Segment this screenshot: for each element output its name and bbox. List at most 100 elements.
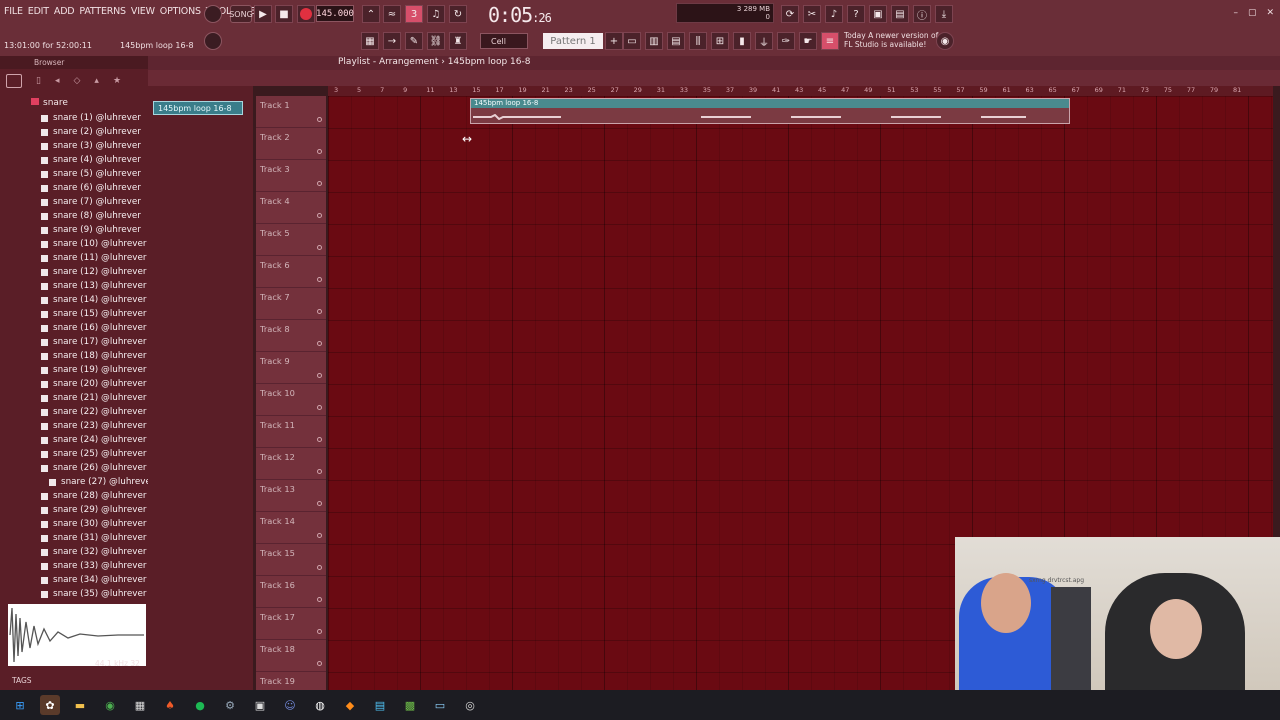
mic-icon[interactable]: ♪ <box>825 5 843 23</box>
metronome-button[interactable]: ⌃ <box>362 5 380 23</box>
track-mute-icon[interactable] <box>317 533 322 538</box>
track-mute-icon[interactable] <box>317 117 322 122</box>
discord-icon[interactable]: ☺ <box>280 695 300 715</box>
track-header[interactable]: Track 16 <box>256 576 326 608</box>
file-item[interactable]: snare (35) @luhrever <box>41 587 155 601</box>
clipboard-icon[interactable]: ▮ <box>733 32 751 50</box>
file-item[interactable]: snare (30) @luhrever <box>41 517 155 531</box>
file-explorer-icon[interactable]: ▬ <box>70 695 90 715</box>
track-mute-icon[interactable] <box>317 661 322 666</box>
arrow-icon[interactable]: → <box>383 32 401 50</box>
file-item[interactable]: snare (31) @luhrever <box>41 531 155 545</box>
file-item[interactable]: snare (20) @luhrever <box>41 377 155 391</box>
store-icon[interactable]: ▦ <box>130 695 150 715</box>
track-mute-icon[interactable] <box>317 245 322 250</box>
track-mute-icon[interactable] <box>317 565 322 570</box>
obs-icon[interactable]: ◍ <box>310 695 330 715</box>
track-mute-icon[interactable] <box>317 213 322 218</box>
channel-rack-icon[interactable]: ▥ <box>645 32 663 50</box>
spotify-icon[interactable]: ● <box>190 695 210 715</box>
file-item[interactable]: snare (8) @luhrever <box>41 209 155 223</box>
brave-icon[interactable]: ♠ <box>160 695 180 715</box>
blend-notes-button[interactable]: ♫ <box>427 5 445 23</box>
menu-item-options[interactable]: OPTIONS <box>160 6 201 17</box>
cut-icon[interactable]: ✂ <box>803 5 821 23</box>
globe-icon[interactable]: ◉ <box>936 32 954 50</box>
track-mute-icon[interactable] <box>317 405 322 410</box>
track-mute-icon[interactable] <box>317 629 322 634</box>
github-icon[interactable]: ◎ <box>460 695 480 715</box>
plugin-picker-icon[interactable]: ⏚ <box>755 32 773 50</box>
file-item[interactable]: snare (16) @luhrever <box>41 321 155 335</box>
info-icon[interactable]: ⓘ <box>913 5 931 23</box>
folder-snare[interactable]: snare <box>31 98 68 108</box>
menu-item-add[interactable]: ADD <box>54 6 75 17</box>
file-item[interactable]: snare (5) @luhrever <box>41 167 155 181</box>
track-header[interactable]: Track 17 <box>256 608 326 640</box>
file-item[interactable]: snare (2) @luhrever <box>41 125 155 139</box>
song-mode-toggle[interactable]: SONG <box>229 5 253 23</box>
track-mute-icon[interactable] <box>317 341 322 346</box>
minimize-icon[interactable]: – <box>1233 8 1238 18</box>
file-item[interactable]: snare (3) @luhrever <box>41 139 155 153</box>
wait-input-button[interactable]: ≈ <box>383 5 401 23</box>
track-header[interactable]: Track 18 <box>256 640 326 672</box>
tempo-display[interactable]: 145.000 <box>316 5 354 22</box>
loop-record-button[interactable]: ↻ <box>449 5 467 23</box>
timeline-ruler[interactable]: 3 5 7 9 11 13 15 17 19 21 23 25 27 29 31 33 35 37 39 41 43 45… <box>328 86 1273 96</box>
undo-icon[interactable]: ⟳ <box>781 5 799 23</box>
mixer-icon[interactable]: ▭ <box>623 32 641 50</box>
playlist-menu-icon[interactable]: ▦ <box>361 32 379 50</box>
audio-clip[interactable]: 145bpm loop 16-8 <box>470 98 1070 124</box>
file-item[interactable]: snare (10) @luhrever <box>41 237 155 251</box>
file-item[interactable]: snare (12) @luhrever <box>41 265 155 279</box>
track-header[interactable]: Track 8 <box>256 320 326 352</box>
file-item[interactable]: snare (6) @luhrever <box>41 181 155 195</box>
master-volume-knob[interactable] <box>204 32 222 50</box>
steam-icon[interactable]: ⚙ <box>220 695 240 715</box>
browser-file-icon[interactable]: ▯ <box>36 76 41 86</box>
track-header[interactable]: Track 3 <box>256 160 326 192</box>
countdown-button[interactable]: 3 <box>405 5 423 23</box>
track-mute-icon[interactable] <box>317 597 322 602</box>
browser-up-icon[interactable]: ▴ <box>94 76 99 86</box>
sample-preview[interactable] <box>8 604 146 666</box>
file-item[interactable]: snare (11) @luhrever <box>41 251 155 265</box>
download-icon[interactable]: ⤓ <box>935 5 953 23</box>
track-mute-icon[interactable] <box>317 501 322 506</box>
file-item[interactable]: snare (1) @luhrever <box>41 111 155 125</box>
track-header[interactable]: Track 11 <box>256 416 326 448</box>
plugin-icon[interactable]: ▤ <box>891 5 909 23</box>
file-item[interactable]: snare (29) @luhrever <box>41 503 155 517</box>
stop-button[interactable]: ■ <box>275 5 293 23</box>
stamp-icon[interactable]: ♜ <box>449 32 467 50</box>
file-item[interactable]: snare (9) @luhrever <box>41 223 155 237</box>
track-mute-icon[interactable] <box>317 437 322 442</box>
screenshot-icon[interactable]: ▭ <box>430 695 450 715</box>
file-item[interactable]: snare (32) @luhrever <box>41 545 155 559</box>
file-item[interactable]: snare (26) @luhrever <box>41 461 155 475</box>
file-item[interactable]: snare (23) @luhrever <box>41 419 155 433</box>
track-header[interactable]: Track 2 <box>256 128 326 160</box>
track-mute-icon[interactable] <box>317 181 322 186</box>
menu-item-patterns[interactable]: PATTERNS <box>79 6 126 17</box>
track-mute-icon[interactable] <box>317 277 322 282</box>
track-header[interactable]: Track 14 <box>256 512 326 544</box>
playlist-scrollbar[interactable] <box>148 70 1280 86</box>
menu-item-file[interactable]: FILE <box>4 6 23 17</box>
close-icon[interactable]: ✕ <box>1266 8 1274 18</box>
file-item[interactable]: snare (21) @luhrever <box>41 391 155 405</box>
help-icon[interactable]: ? <box>847 5 865 23</box>
play-button[interactable]: ▶ <box>254 5 272 23</box>
file-item[interactable]: snare (27) @luhrever <box>49 475 155 489</box>
file-item[interactable]: snare (4) @luhrever <box>41 153 155 167</box>
track-header[interactable]: Track 1 <box>256 96 326 128</box>
track-header[interactable]: Track 13 <box>256 480 326 512</box>
file-item[interactable]: snare (17) @luhrever <box>41 335 155 349</box>
minecraft-icon[interactable]: ▩ <box>400 695 420 715</box>
news-icon[interactable]: ≡ <box>821 32 839 50</box>
brush-icon[interactable]: ✑ <box>777 32 795 50</box>
news-panel[interactable]: Today A newer version of FL Studio is av… <box>844 31 940 49</box>
menu-item-view[interactable]: VIEW <box>131 6 155 17</box>
browser-grid-icon[interactable]: ◇ <box>73 76 80 86</box>
